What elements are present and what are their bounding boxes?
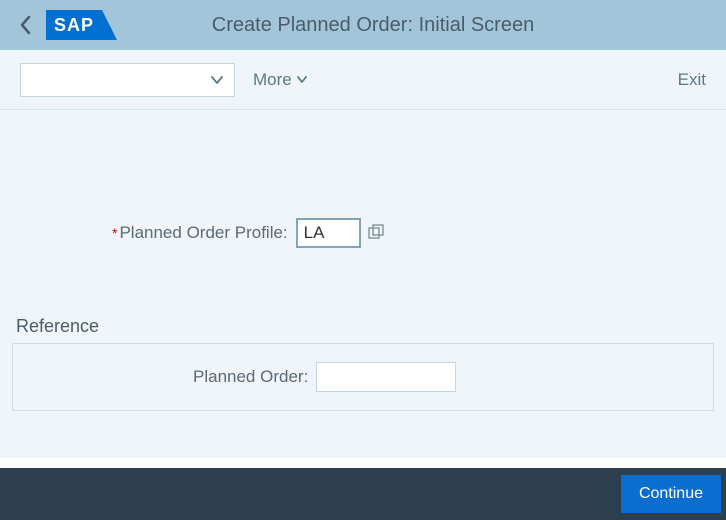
required-indicator: * [112,225,117,241]
continue-button[interactable]: Continue [621,475,721,513]
exit-button[interactable]: Exit [678,70,706,90]
app-header: SAP Create Planned Order: Initial Screen [0,0,726,50]
sap-logo-text: SAP [54,15,94,36]
chevron-down-icon [210,75,224,85]
value-help-button[interactable] [365,222,387,244]
footer-bar: Continue [0,468,726,520]
reference-box: Planned Order: [12,343,714,411]
chevron-left-icon [19,15,33,35]
more-button[interactable]: More [253,70,308,90]
toolbar-dropdown[interactable] [20,63,235,97]
profile-input[interactable] [296,218,361,248]
content-area: * Planned Order Profile: Reference Plann… [0,110,726,458]
ref-order-input[interactable] [316,362,456,392]
sap-logo: SAP [46,10,102,40]
profile-field-row: * Planned Order Profile: [12,218,714,248]
page-title: Create Planned Order: Initial Screen [102,14,644,37]
value-help-icon [367,224,385,242]
back-button[interactable] [12,11,40,39]
toolbar: More Exit [0,50,726,110]
chevron-down-icon [296,75,308,84]
more-label: More [253,70,292,90]
profile-label: Planned Order Profile: [119,223,287,243]
ref-order-label: Planned Order: [193,367,308,387]
reference-section-title: Reference [12,316,714,337]
